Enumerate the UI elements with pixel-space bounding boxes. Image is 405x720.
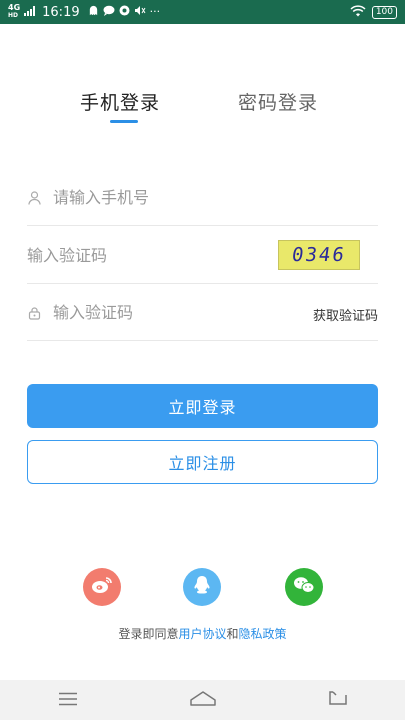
wechat-login-button[interactable] xyxy=(285,568,323,606)
qq-icon xyxy=(193,575,211,599)
login-button[interactable]: 立即登录 xyxy=(27,384,378,428)
status-right: 100 xyxy=(350,4,397,20)
signal-icon: 4G HD xyxy=(8,4,20,20)
system-nav-bar xyxy=(0,680,405,720)
network-type: 4G xyxy=(8,3,21,12)
battery-icon: 100 xyxy=(371,5,397,19)
photo-icon xyxy=(119,5,130,19)
qq-login-button[interactable] xyxy=(183,568,221,606)
menu-icon xyxy=(58,691,78,710)
privacy-policy-link[interactable]: 隐私政策 xyxy=(239,627,287,641)
phone-field xyxy=(27,170,378,226)
wechat-icon xyxy=(293,576,315,598)
register-button[interactable]: 立即注册 xyxy=(27,440,378,484)
captcha-code: 0346 xyxy=(290,244,348,266)
phone-input[interactable] xyxy=(53,188,378,207)
menu-button[interactable] xyxy=(48,680,88,720)
ghost-icon xyxy=(88,5,99,19)
tab-active-indicator xyxy=(110,120,138,123)
agreement-prefix: 登录即同意 xyxy=(118,627,179,641)
login-tabs: 手机登录 密码登录 xyxy=(0,88,405,128)
more-icon: ··· xyxy=(149,5,161,18)
signal-bars-icon xyxy=(24,5,36,19)
back-icon xyxy=(328,690,348,710)
lock-icon xyxy=(27,305,41,321)
mute-icon xyxy=(134,5,146,19)
wifi-icon xyxy=(350,4,366,20)
user-agreement-link[interactable]: 用户协议 xyxy=(178,627,226,641)
home-button[interactable] xyxy=(183,680,223,720)
status-time: 16:19 xyxy=(42,4,80,20)
weibo-icon xyxy=(91,576,113,598)
captcha-image[interactable]: 0346 xyxy=(278,240,360,270)
tab-phone-login[interactable]: 手机登录 xyxy=(80,88,160,115)
status-bar: 4G HD 16:19 ··· 100 xyxy=(0,0,405,24)
weibo-login-button[interactable] xyxy=(83,568,121,606)
back-button[interactable] xyxy=(318,680,358,720)
sms-code-field: 获取验证码 xyxy=(27,285,378,341)
agreement-and: 和 xyxy=(226,627,239,641)
status-left: 4G HD 16:19 ··· xyxy=(8,4,160,20)
get-code-button[interactable]: 获取验证码 xyxy=(313,305,378,324)
agreement-text: 登录即同意用户协议和隐私政策 xyxy=(0,625,405,642)
user-icon xyxy=(27,190,41,206)
hd-badge: HD xyxy=(8,12,19,19)
home-icon xyxy=(189,690,216,710)
message-icon xyxy=(103,5,115,19)
tab-password-login[interactable]: 密码登录 xyxy=(238,88,318,115)
captcha-field: 0346 xyxy=(27,228,378,284)
notification-icons: ··· xyxy=(88,5,161,19)
